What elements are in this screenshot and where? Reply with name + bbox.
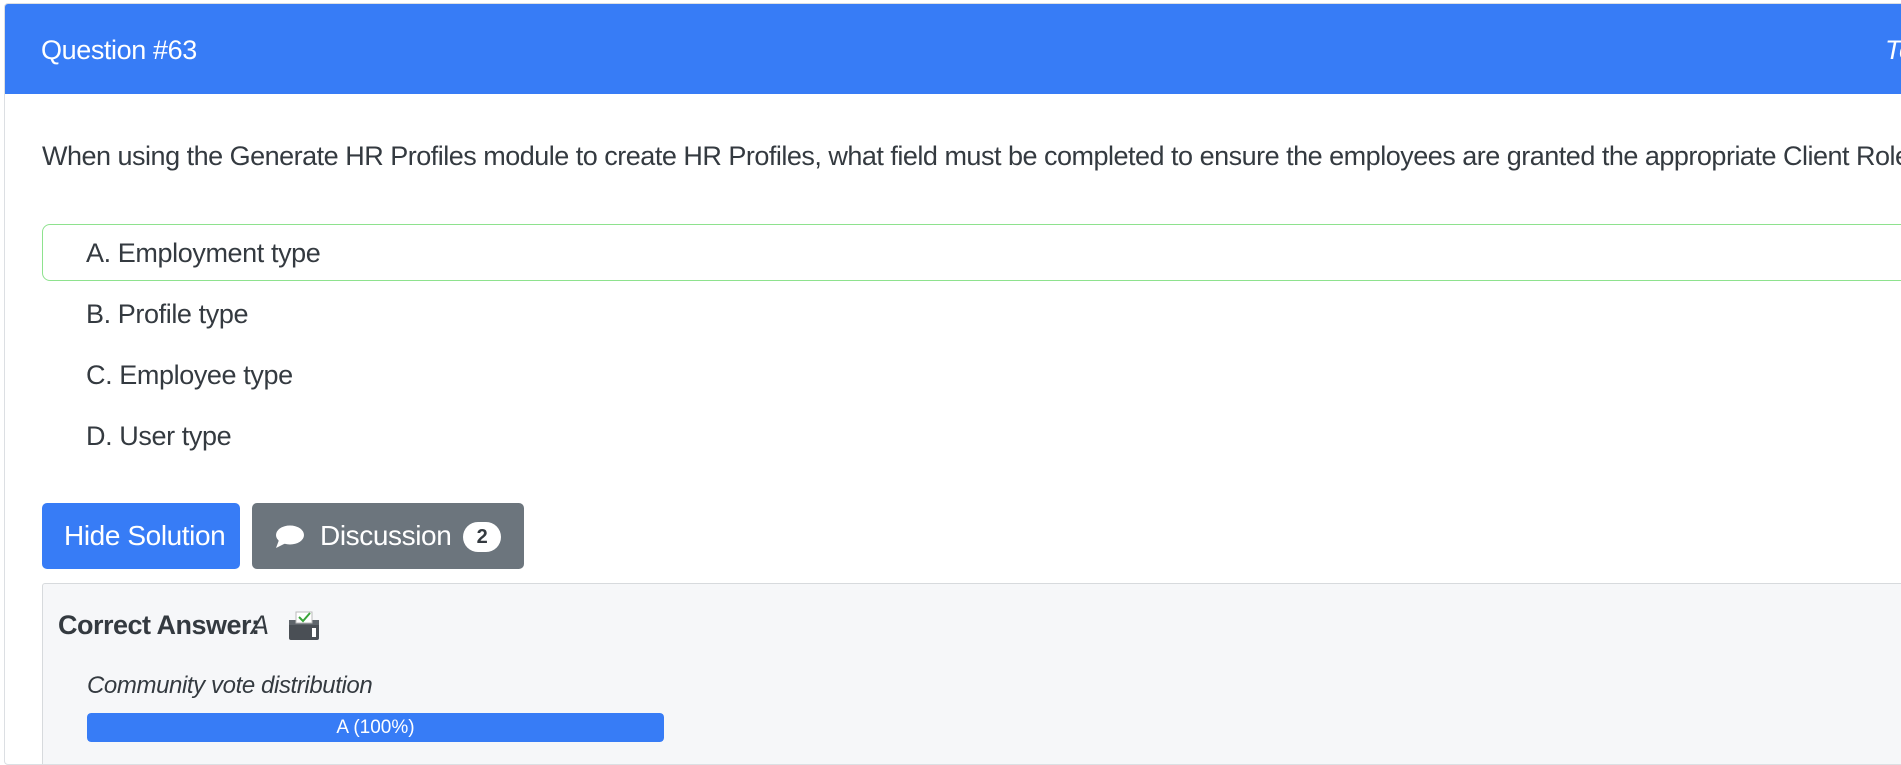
question-header: Question #63 To	[5, 4, 1901, 94]
correct-answer-label: Correct Answer:	[58, 610, 260, 640]
discussion-count-badge: 2	[463, 522, 501, 552]
question-card: Question #63 To When using the Generate …	[4, 3, 1901, 765]
ballot-box-icon	[289, 611, 319, 640]
choice-d[interactable]: D. User type	[42, 407, 1901, 464]
hide-solution-button[interactable]: Hide Solution	[42, 503, 240, 569]
topic-label: To	[1885, 35, 1901, 65]
choice-list: A. Employment type B. Profile type C. Em…	[42, 224, 1901, 468]
correct-answer-value: A	[251, 610, 270, 640]
discussion-label: Discussion	[320, 520, 452, 551]
vote-distribution-bar: A (100%)	[87, 713, 664, 742]
choice-label: A. Employment type	[86, 238, 321, 268]
choice-b[interactable]: B. Profile type	[42, 285, 1901, 342]
choice-label: C. Employee type	[86, 360, 293, 390]
choice-a[interactable]: A. Employment type	[42, 224, 1901, 281]
choice-c[interactable]: C. Employee type	[42, 346, 1901, 403]
answer-panel: Correct Answer: A Community vote distrib…	[42, 583, 1901, 764]
choice-label: B. Profile type	[86, 299, 249, 329]
chat-bubble-icon	[276, 525, 304, 548]
vote-distribution-title: Community vote distribution	[87, 672, 373, 699]
vote-bar-fill-a: A (100%)	[87, 713, 664, 742]
question-text: When using the Generate HR Profiles modu…	[42, 141, 1901, 171]
discussion-button[interactable]: Discussion 2	[252, 503, 524, 569]
hide-solution-label: Hide Solution	[64, 520, 226, 551]
choice-label: D. User type	[86, 421, 232, 451]
question-title: Question #63	[41, 35, 197, 65]
